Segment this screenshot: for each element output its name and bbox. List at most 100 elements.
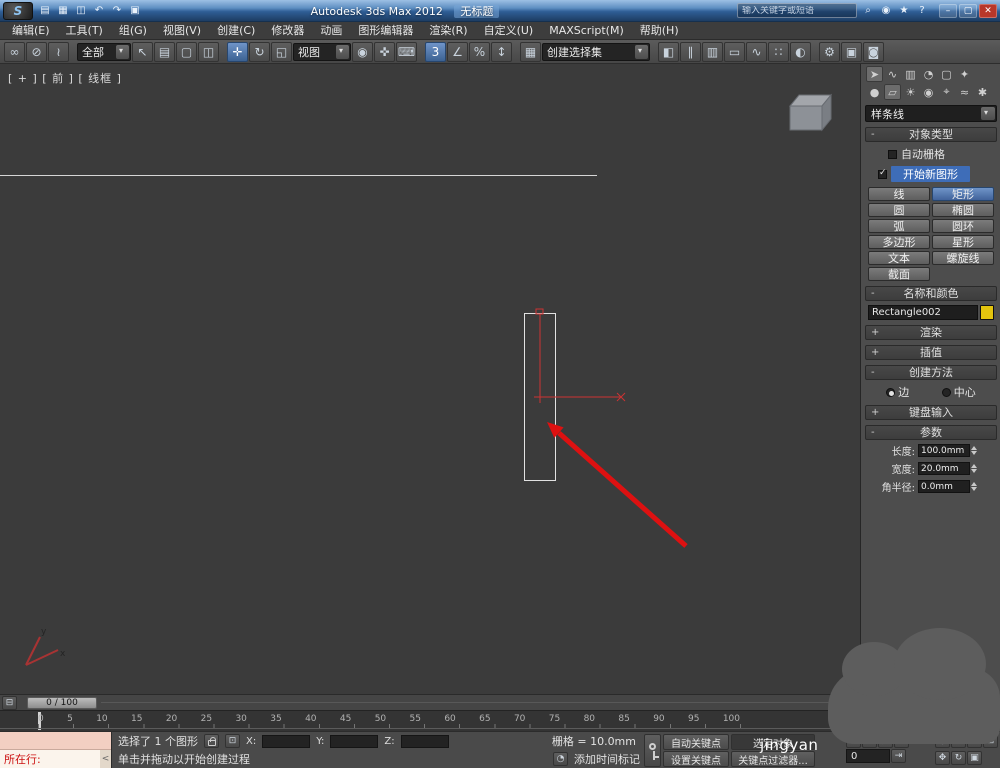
favorites-icon[interactable]: ★	[896, 3, 912, 18]
param-corner-radius-field[interactable]: 0.0mm	[918, 480, 970, 493]
save-file-icon[interactable]: ◫	[73, 3, 89, 18]
category-geometry[interactable]: ●	[866, 84, 883, 100]
menu-item-1[interactable]: 工具(T)	[58, 22, 111, 39]
shape-button-line[interactable]: 线	[868, 187, 930, 201]
rectangular-selection-region-icon[interactable]: ▢	[176, 41, 197, 62]
schematic-view-icon[interactable]: ∷	[768, 41, 789, 62]
shape-button-rectangle[interactable]: 矩形	[932, 187, 994, 201]
menu-item-2[interactable]: 组(G)	[111, 22, 155, 39]
param-width-spinner[interactable]	[971, 464, 977, 473]
window-crossing-toggle-icon[interactable]: ◫	[198, 41, 219, 62]
category-lights[interactable]: ☀	[902, 84, 919, 100]
select-by-name-icon[interactable]: ▤	[154, 41, 175, 62]
tab-modify[interactable]: ∿	[884, 66, 901, 82]
select-and-move-icon[interactable]: ✛	[227, 41, 248, 62]
select-and-scale-icon[interactable]: ◱	[271, 41, 292, 62]
param-corner-radius-spinner[interactable]	[971, 482, 977, 491]
shape-button-circle[interactable]: 圆	[868, 203, 930, 217]
project-folder-icon[interactable]: ▣	[127, 3, 143, 18]
category-helpers[interactable]: ⌖	[938, 84, 955, 100]
percent-snap-icon[interactable]: %	[469, 41, 490, 62]
time-slider[interactable]: 0 / 100	[27, 696, 97, 709]
edit-named-selection-sets-icon[interactable]: ▦	[520, 41, 541, 62]
menu-item-8[interactable]: 渲染(R)	[421, 22, 475, 39]
start-new-shape-toggle[interactable]: 开始新图形	[878, 166, 1000, 182]
menu-item-4[interactable]: 创建(C)	[209, 22, 263, 39]
add-time-tag[interactable]: 添加时间标记	[574, 751, 640, 767]
menu-item-6[interactable]: 动画	[312, 22, 350, 39]
search-input[interactable]	[738, 5, 856, 16]
curve-editor-icon[interactable]: ∿	[746, 41, 767, 62]
use-pivot-center-icon[interactable]: ◉	[352, 41, 373, 62]
mirror-icon[interactable]: ◧	[658, 41, 679, 62]
reference-coordinate-dropdown[interactable]: 视图	[293, 42, 351, 61]
communication-center-icon[interactable]: ◉	[878, 3, 894, 18]
align-icon[interactable]: ∥	[680, 41, 701, 62]
graphite-ribbon-toggle-icon[interactable]: ▭	[724, 41, 745, 62]
selection-filter-dropdown[interactable]: 全部	[77, 42, 131, 61]
rollout-parameters[interactable]: 参数	[865, 425, 997, 440]
coord-z-field[interactable]	[400, 734, 449, 748]
autogrid-toggle[interactable]: 自动栅格	[888, 146, 1000, 162]
category-systems[interactable]: ✱	[974, 84, 991, 100]
new-scene-icon[interactable]: ▤	[37, 3, 53, 18]
rollout-creation-method[interactable]: 创建方法	[865, 365, 997, 380]
track-bar[interactable]: 0 5 10 15 20 25 30 35 40 45 50 55 60 65 70 75 80 85 90 95 10…	[0, 710, 861, 731]
category-space-warps[interactable]: ≈	[956, 84, 973, 100]
unlink-selection-icon[interactable]: ⊘	[26, 41, 47, 62]
render-setup-icon[interactable]: ⚙	[819, 41, 840, 62]
maximize-viewport-icon[interactable]: ▣	[967, 751, 982, 765]
time-slider-track[interactable]	[101, 702, 835, 703]
menu-item-5[interactable]: 修改器	[263, 22, 312, 39]
selection-lock-toggle[interactable]	[204, 734, 219, 748]
select-and-manipulate-icon[interactable]: ✜	[374, 41, 395, 62]
menu-item-3[interactable]: 视图(V)	[155, 22, 209, 39]
shape-type-dropdown[interactable]: 样条线	[865, 105, 997, 122]
tab-utilities[interactable]: ✦	[956, 66, 973, 82]
rollout-rendering[interactable]: 渲染	[865, 325, 997, 340]
go-to-end-icon[interactable]: ⇥	[891, 749, 906, 763]
creation-method-edge[interactable]: 边	[886, 384, 909, 400]
menu-item-9[interactable]: 自定义(U)	[476, 22, 542, 39]
object-name-input[interactable]	[868, 305, 978, 320]
keyboard-shortcut-override-icon[interactable]: ⌨	[396, 41, 417, 62]
viewport-front[interactable]: x y [ + ] [ 前 ] [ 线框 ]	[0, 64, 861, 694]
maxscript-mini-listener[interactable]: 所在行: <	[0, 732, 112, 768]
tab-hierarchy[interactable]: ▥	[902, 66, 919, 82]
category-cameras[interactable]: ◉	[920, 84, 937, 100]
current-frame-field[interactable]: 0	[846, 749, 890, 763]
select-object-icon[interactable]: ↖	[132, 41, 153, 62]
tab-create[interactable]: ➤	[866, 66, 883, 82]
minimize-button[interactable]: –	[939, 3, 957, 18]
maximize-button[interactable]: ▢	[959, 3, 977, 18]
tab-motion[interactable]: ◔	[920, 66, 937, 82]
material-editor-icon[interactable]: ◐	[790, 41, 811, 62]
shape-button-arc[interactable]: 弧	[868, 219, 930, 233]
shape-button-ngon[interactable]: 多边形	[868, 235, 930, 249]
layer-manager-icon[interactable]: ▥	[702, 41, 723, 62]
menu-item-7[interactable]: 图形编辑器	[350, 22, 421, 39]
orbit-icon[interactable]: ↻	[951, 751, 966, 765]
rollout-object-type[interactable]: 对象类型	[865, 127, 997, 142]
viewcube[interactable]	[788, 93, 833, 132]
menu-item-10[interactable]: MAXScript(M)	[541, 22, 632, 39]
redo-icon[interactable]: ↷	[109, 3, 125, 18]
creation-method-center[interactable]: 中心	[941, 384, 976, 400]
help-icon[interactable]: ?	[914, 3, 930, 18]
snaps-toggle-3d-icon[interactable]: 3	[425, 41, 446, 62]
shape-button-text[interactable]: 文本	[868, 251, 930, 265]
select-and-rotate-icon[interactable]: ↻	[249, 41, 270, 62]
angle-snap-icon[interactable]: ∠	[447, 41, 468, 62]
close-button[interactable]: ✕	[979, 3, 997, 18]
set-keys-button[interactable]	[644, 734, 661, 767]
param-width-field[interactable]: 20.0mm	[918, 462, 970, 475]
param-length-spinner[interactable]	[971, 446, 977, 455]
spinner-snap-icon[interactable]: ↕	[491, 41, 512, 62]
menu-item-11[interactable]: 帮助(H)	[632, 22, 687, 39]
rendered-frame-window-icon[interactable]: ▣	[841, 41, 862, 62]
select-and-link-icon[interactable]: ∞	[4, 41, 25, 62]
tab-display[interactable]: ▢	[938, 66, 955, 82]
menu-item-0[interactable]: 编辑(E)	[4, 22, 58, 39]
search-icon[interactable]: ⌕	[860, 3, 876, 18]
named-selection-sets-dropdown[interactable]: 创建选择集	[542, 42, 650, 61]
